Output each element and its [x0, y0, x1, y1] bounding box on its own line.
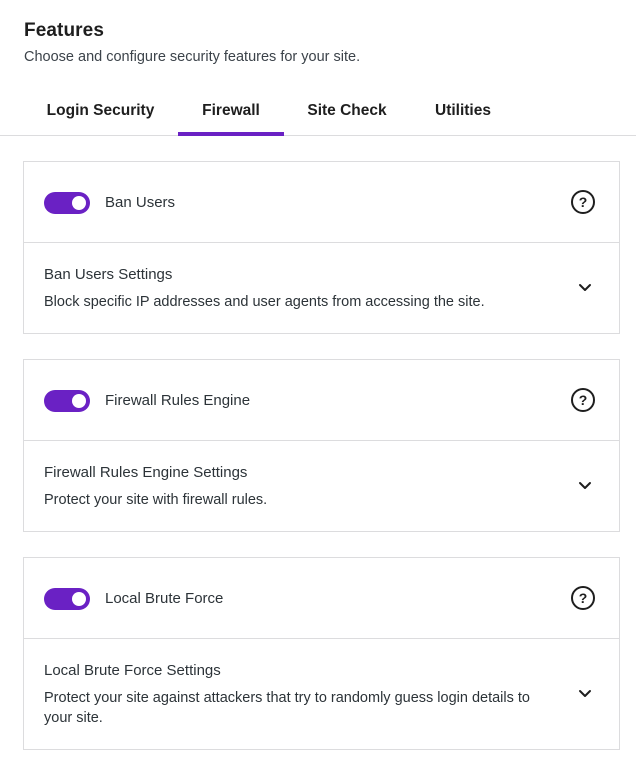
feature-header: Firewall Rules Engine ?	[24, 360, 619, 441]
feature-header: Ban Users ?	[24, 162, 619, 243]
settings-description: Block specific IP addresses and user age…	[44, 294, 485, 310]
page-header: Features Choose and configure security f…	[24, 20, 360, 65]
help-icon[interactable]: ?	[571, 586, 595, 610]
feature-header: Local Brute Force ?	[24, 558, 619, 639]
settings-description: Protect your site with firewall rules.	[44, 492, 268, 508]
feature-name: Ban Users	[105, 194, 176, 211]
tab-firewall[interactable]: Firewall	[178, 92, 284, 136]
ban-users-toggle[interactable]	[44, 192, 90, 214]
feature-card-ban-users: Ban Users ? Ban Users Settings Block spe…	[23, 161, 620, 334]
help-icon[interactable]: ?	[571, 388, 595, 412]
feature-card-local-brute-force: Local Brute Force ? Local Brute Force Se…	[23, 557, 620, 750]
settings-title: Firewall Rules Engine Settings	[44, 464, 248, 481]
tab-utilities[interactable]: Utilities	[410, 92, 516, 135]
local-brute-force-settings-expander[interactable]: Local Brute Force Settings Protect your …	[24, 639, 619, 746]
tab-bar: Login Security Firewall Site Check Utili…	[0, 92, 636, 136]
toggle-knob	[72, 196, 86, 210]
chevron-down-icon	[579, 481, 591, 489]
firewall-rules-engine-toggle[interactable]	[44, 390, 90, 412]
help-icon[interactable]: ?	[571, 190, 595, 214]
toggle-knob	[72, 592, 86, 606]
feature-name: Firewall Rules Engine	[105, 392, 251, 409]
firewall-rules-engine-settings-expander[interactable]: Firewall Rules Engine Settings Protect y…	[24, 441, 619, 528]
page-title: Features	[24, 20, 105, 41]
toggle-knob	[72, 394, 86, 408]
tab-login-security[interactable]: Login Security	[24, 92, 177, 135]
settings-title: Ban Users Settings	[44, 266, 173, 283]
feature-name: Local Brute Force	[105, 590, 224, 607]
tab-site-check[interactable]: Site Check	[285, 92, 409, 135]
feature-card-firewall-rules-engine: Firewall Rules Engine ? Firewall Rules E…	[23, 359, 620, 532]
page-subtitle: Choose and configure security features f…	[24, 49, 361, 65]
local-brute-force-toggle[interactable]	[44, 588, 90, 610]
settings-title: Local Brute Force Settings	[44, 662, 221, 679]
chevron-down-icon	[579, 689, 591, 697]
chevron-down-icon	[579, 283, 591, 291]
settings-description: Protect your site against attackers that…	[44, 690, 530, 726]
ban-users-settings-expander[interactable]: Ban Users Settings Block specific IP add…	[24, 243, 619, 330]
